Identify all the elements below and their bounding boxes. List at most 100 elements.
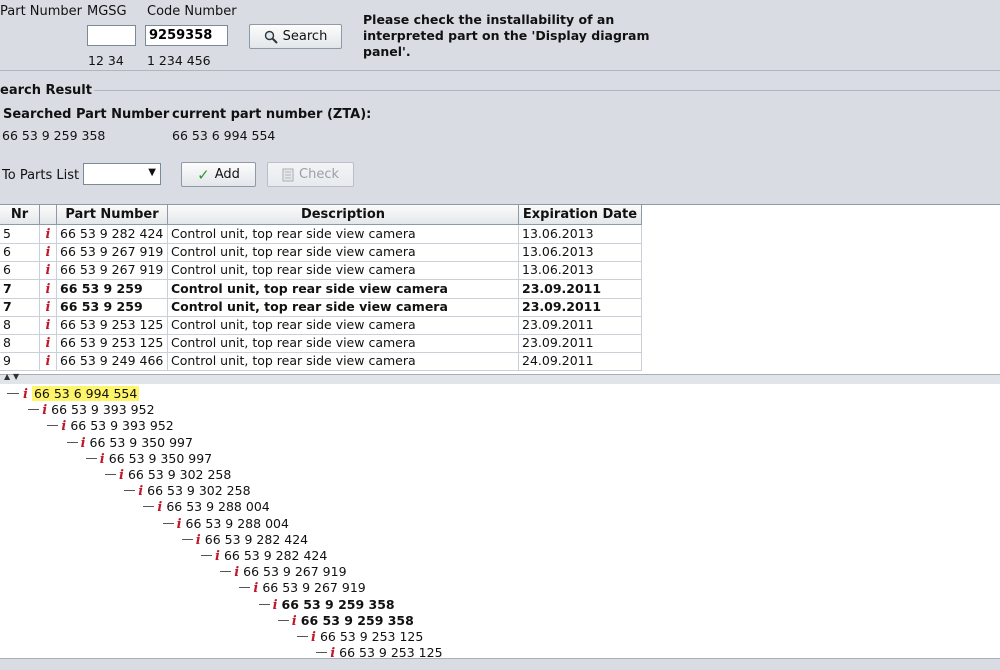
- search-button-label: Search: [282, 29, 328, 44]
- info-icon[interactable]: i: [311, 630, 316, 645]
- column-header-expiration-date[interactable]: Expiration Date: [519, 205, 642, 224]
- row-nr: 6: [0, 243, 40, 262]
- row-nr: 8: [0, 316, 40, 334]
- tree-connector: [47, 425, 59, 427]
- installability-notice: Please check the installability of an in…: [363, 12, 650, 59]
- tree-connector: [239, 587, 251, 589]
- tree-connector: [316, 652, 328, 654]
- tree-node[interactable]: i 66 53 9 350 997: [66, 435, 193, 451]
- tree-node[interactable]: i 66 53 9 393 952: [28, 402, 155, 418]
- info-icon[interactable]: i: [157, 500, 162, 515]
- info-icon[interactable]: i: [81, 436, 86, 451]
- mgsg-input[interactable]: [87, 25, 136, 46]
- check-button[interactable]: Check: [267, 162, 354, 187]
- table-row[interactable]: 9 i 66 53 9 249 466 Control unit, top rear …: [0, 352, 642, 372]
- search-button[interactable]: Search: [249, 24, 342, 49]
- info-icon[interactable]: i: [40, 299, 56, 316]
- table-row[interactable]: 6 i 66 53 9 267 919 Control unit, top rear …: [0, 261, 642, 281]
- info-icon[interactable]: i: [40, 244, 56, 261]
- info-icon[interactable]: i: [40, 317, 56, 334]
- tree-node-label: 66 53 9 259 358: [300, 612, 414, 628]
- row-nr: 7: [0, 297, 40, 316]
- row-nr: 7: [0, 279, 40, 298]
- tree-node[interactable]: i 66 53 9 288 004: [162, 515, 289, 532]
- tree-connector: [220, 571, 232, 573]
- tree-node[interactable]: i 66 53 9 259 358: [258, 597, 395, 613]
- info-icon[interactable]: i: [119, 468, 124, 483]
- tree-connector: [181, 538, 193, 540]
- row-description: Control unit, top rear side view camera: [168, 243, 519, 262]
- info-icon[interactable]: i: [100, 452, 105, 467]
- checkmark-icon: ✓: [197, 165, 210, 184]
- tree-node-label: 66 53 9 393 952: [70, 418, 174, 434]
- info-icon[interactable]: i: [40, 262, 56, 279]
- row-part-number: 66 53 9 253 125: [57, 316, 168, 334]
- row-part-number: 66 53 9 253 125: [57, 334, 168, 353]
- tree-node-label: 66 53 9 302 258: [147, 483, 251, 499]
- tree-node[interactable]: i 66 53 9 253 125: [316, 645, 443, 658]
- table-row[interactable]: 7i66 53 9 259 358Control unit, top rear …: [0, 297, 642, 317]
- tree-node[interactable]: i 66 53 9 259 358: [277, 612, 414, 629]
- row-nr: 6: [0, 261, 40, 280]
- mgsg-format-hint: 12 34: [88, 53, 124, 68]
- info-icon[interactable]: i: [215, 549, 220, 564]
- code-number-input[interactable]: [145, 25, 228, 46]
- row-expiration-date: 23.09.2011: [519, 316, 642, 334]
- tree-node[interactable]: i 66 53 9 350 997: [85, 450, 213, 467]
- info-icon[interactable]: i: [40, 335, 56, 352]
- searched-part-number-label: Searched Part Number: [3, 107, 170, 122]
- info-icon[interactable]: i: [196, 533, 201, 548]
- table-row[interactable]: 8 i 66 53 9 253 125 Control unit, top rear …: [0, 316, 642, 335]
- tree-node[interactable]: i 66 53 9 302 258: [105, 467, 231, 483]
- tree-connector: [162, 522, 174, 524]
- expand-down-icon[interactable]: ▼: [13, 372, 19, 381]
- table-row[interactable]: 8 i 66 53 9 253 125 Control unit, top rear …: [0, 334, 642, 354]
- tree-connector: [297, 636, 308, 637]
- parts-list-dropdown[interactable]: ▼: [83, 163, 161, 185]
- table-header: Nr Part Number Description Expiration Da…: [0, 205, 642, 225]
- tree-node[interactable]: i 66 53 6 994 554: [23, 386, 140, 402]
- tree-node[interactable]: i 66 53 9 267 919: [239, 580, 366, 596]
- document-icon: [282, 168, 294, 181]
- tree-node[interactable]: i 66 53 9 393 952: [47, 418, 174, 434]
- tree-node[interactable]: i 66 53 9 302 258: [124, 483, 251, 499]
- tree-connector: [201, 555, 212, 556]
- tree-node[interactable]: i 66 53 9 267 919: [220, 564, 347, 580]
- to-parts-list-label: To Parts List: [2, 168, 80, 183]
- tree-node-label: 66 53 9 253 125: [339, 645, 443, 658]
- current-part-number-label: current part number (ZTA):: [172, 107, 372, 122]
- tree-node[interactable]: i 66 53 9 282 424: [201, 548, 327, 564]
- column-header-part-number[interactable]: Part Number: [57, 205, 168, 224]
- info-icon[interactable]: i: [177, 517, 182, 532]
- table-row[interactable]: 7i66 53 9 259 358Control unit, top rear …: [0, 279, 642, 299]
- info-icon[interactable]: i: [292, 614, 297, 629]
- tree-node-label: 66 53 9 350 997: [108, 450, 213, 466]
- table-row[interactable]: 5 i 66 53 9 282 424 Control unit, top rear …: [0, 225, 642, 244]
- info-icon[interactable]: i: [253, 581, 258, 596]
- info-icon[interactable]: i: [330, 646, 335, 658]
- info-icon[interactable]: i: [23, 387, 28, 402]
- info-icon[interactable]: i: [234, 565, 239, 580]
- add-button[interactable]: ✓ Add: [181, 162, 256, 187]
- tree-node-label: 66 53 9 253 125: [319, 629, 424, 644]
- info-icon[interactable]: i: [273, 598, 278, 613]
- table-row[interactable]: 6 i 66 53 9 267 919 Control unit, top rear …: [0, 243, 642, 263]
- info-icon[interactable]: i: [40, 281, 56, 298]
- magnifier-icon: [264, 30, 278, 44]
- expand-up-icon[interactable]: ▲: [4, 372, 10, 381]
- check-button-label: Check: [299, 167, 339, 182]
- column-header-info[interactable]: [40, 205, 57, 224]
- search-result-title: earch Result: [0, 83, 92, 98]
- column-header-description[interactable]: Description: [168, 205, 519, 224]
- tree-node-label: 66 53 9 288 004: [185, 515, 289, 531]
- tree-node[interactable]: i 66 53 9 288 004: [143, 499, 270, 515]
- info-icon[interactable]: i: [138, 484, 143, 499]
- info-icon[interactable]: i: [61, 419, 66, 434]
- status-bar: [0, 658, 1000, 670]
- tree-node[interactable]: i 66 53 9 253 125: [297, 629, 424, 645]
- info-icon[interactable]: i: [40, 226, 56, 243]
- info-icon[interactable]: i: [42, 403, 47, 418]
- info-icon[interactable]: i: [40, 353, 56, 370]
- tree-node[interactable]: i 66 53 9 282 424: [181, 532, 308, 548]
- column-header-nr[interactable]: Nr: [0, 205, 40, 224]
